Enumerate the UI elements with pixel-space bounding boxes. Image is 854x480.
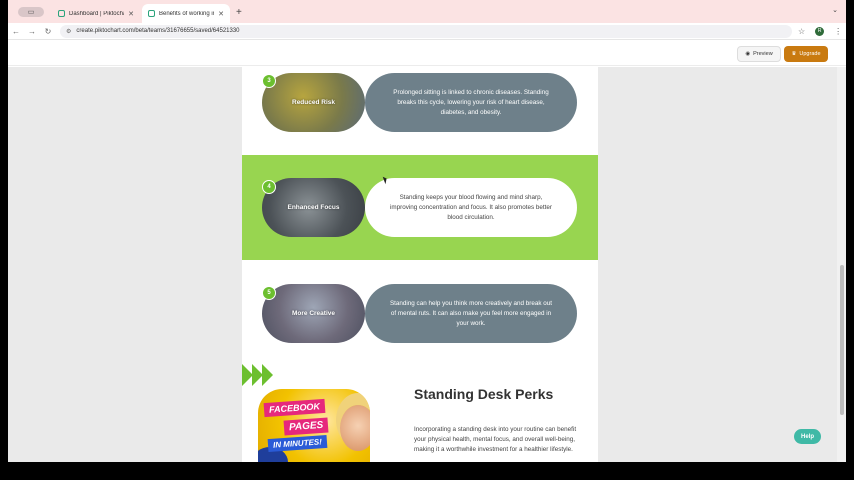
number-badge: 3 xyxy=(262,74,276,88)
reload-icon[interactable]: ↻ xyxy=(40,27,56,36)
crown-icon: ♛ xyxy=(791,51,797,57)
tab-dashboard[interactable]: Dashboard | Piktochart ✕ xyxy=(52,4,140,23)
chevron-arrows-decoration xyxy=(242,364,273,386)
promo-image[interactable]: FACEBOOK PAGES IN MINUTES! xyxy=(258,389,370,462)
tab-label: Dashboard | Piktochart xyxy=(69,10,125,17)
person-photo xyxy=(340,405,370,451)
benefit-section-5[interactable]: 5 More Creative Standing can help you th… xyxy=(242,260,598,355)
benefit-text: Standing can help you think more creativ… xyxy=(389,299,553,327)
preview-button[interactable]: ◉ Preview xyxy=(737,46,781,62)
url-input[interactable]: ⚙ create.piktochart.com/beta/teams/31676… xyxy=(60,24,792,38)
help-button[interactable]: Help xyxy=(794,429,821,444)
benefit-text-pill[interactable]: Standing keeps your blood flowing and mi… xyxy=(365,178,577,237)
benefit-section-4[interactable]: 4 Enhanced Focus Standing keeps your blo… xyxy=(242,155,598,260)
benefit-text-pill[interactable]: Prolonged sitting is linked to chronic d… xyxy=(365,73,577,132)
tab-benefits[interactable]: Benefits of working in a stan... ✕ xyxy=(142,4,230,23)
benefit-section-3[interactable]: 3 Reduced Risk Prolonged sitting is link… xyxy=(242,67,598,155)
forward-arrow-icon[interactable]: → xyxy=(24,27,40,36)
close-tab-icon[interactable]: ✕ xyxy=(128,10,134,18)
editor-canvas[interactable]: 3 Reduced Risk Prolonged sitting is link… xyxy=(8,67,846,462)
benefit-text: Standing keeps your blood flowing and mi… xyxy=(389,193,553,221)
infographic-page[interactable]: 3 Reduced Risk Prolonged sitting is link… xyxy=(242,67,598,462)
profile-avatar[interactable]: R xyxy=(815,26,825,36)
editor-toolbar: ◉ Preview ♛ Upgrade xyxy=(8,41,846,66)
benefit-text: Prolonged sitting is linked to chronic d… xyxy=(393,88,549,116)
eye-icon: ◉ xyxy=(745,51,751,57)
back-arrow-icon[interactable]: ← xyxy=(8,27,24,36)
perks-paragraph[interactable]: Incorporating a standing desk into your … xyxy=(414,425,582,455)
benefit-image[interactable]: Enhanced Focus xyxy=(262,178,365,237)
tab-label: Benefits of working in a stan... xyxy=(159,10,214,17)
upgrade-label: Upgrade xyxy=(799,51,821,57)
benefit-title: Enhanced Focus xyxy=(287,204,340,211)
address-bar-row: ← → ↻ ⚙ create.piktochart.com/beta/teams… xyxy=(8,23,846,40)
scrollbar-thumb[interactable] xyxy=(840,265,844,415)
benefit-title: Reduced Risk xyxy=(292,99,335,106)
upgrade-button[interactable]: ♛ Upgrade xyxy=(784,46,828,62)
preview-label: Preview xyxy=(753,51,773,57)
new-tab-button[interactable]: + xyxy=(236,7,242,18)
number-badge: 5 xyxy=(262,286,276,300)
close-tab-icon[interactable]: ✕ xyxy=(218,10,224,18)
benefit-text-pill[interactable]: Standing can help you think more creativ… xyxy=(365,284,577,343)
browser-menu-icon[interactable]: ⋮ xyxy=(834,27,842,36)
promo-text-2: PAGES xyxy=(283,417,329,436)
url-text: create.piktochart.com/beta/teams/3167665… xyxy=(76,28,240,34)
browser-window: ▭ Dashboard | Piktochart ✕ Benefits of w… xyxy=(8,0,846,462)
site-info-icon[interactable]: ⚙ xyxy=(66,28,71,35)
chevron-down-icon[interactable]: ⌄ xyxy=(832,6,838,14)
promo-text-3: IN MINUTES! xyxy=(267,434,328,453)
benefit-title: More Creative xyxy=(292,310,335,317)
bookmark-star-icon[interactable]: ☆ xyxy=(798,27,805,36)
number-badge: 4 xyxy=(262,180,276,194)
piktochart-favicon-icon xyxy=(58,10,65,17)
vertical-scrollbar[interactable] xyxy=(837,67,846,462)
tab-bar: ▭ Dashboard | Piktochart ✕ Benefits of w… xyxy=(8,0,846,23)
tab-group-icon[interactable]: ▭ xyxy=(18,7,44,17)
benefit-image[interactable]: More Creative xyxy=(262,284,365,343)
promo-text-1: FACEBOOK xyxy=(263,398,326,418)
piktochart-favicon-icon xyxy=(148,10,155,17)
benefit-image[interactable]: Reduced Risk xyxy=(262,73,365,132)
perks-heading[interactable]: Standing Desk Perks xyxy=(414,386,553,402)
